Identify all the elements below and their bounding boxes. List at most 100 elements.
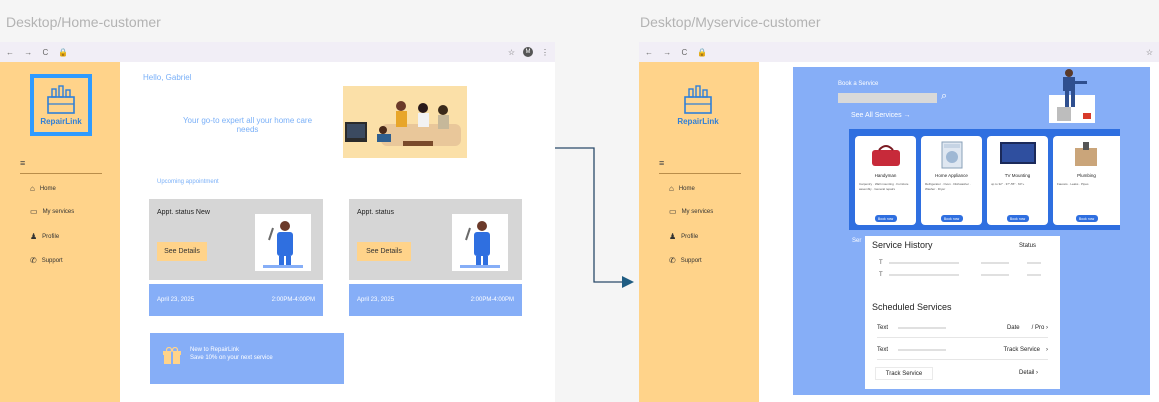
- services-panel: Book a Service ⌕ See All Services → Hand…: [793, 67, 1150, 395]
- sidebar-item-my-services[interactable]: ▭ My services: [669, 207, 713, 216]
- appointment-card[interactable]: Appt. status See Details: [349, 199, 522, 280]
- menu-icon[interactable]: ≡: [659, 158, 664, 168]
- sidebar-item-label: Home: [678, 185, 695, 192]
- sidebar-item-label: My services: [681, 208, 714, 215]
- service-options: Refrigerator · Oven · Dishwasher · Washe…: [925, 182, 971, 191]
- service-name: Plumbing: [1077, 173, 1096, 178]
- menu-icon[interactable]: ≡: [20, 158, 25, 168]
- browser-bar: ← → C 🔒 ☆ M ⋮: [0, 42, 555, 62]
- history-row-placeholder: [981, 262, 1009, 264]
- service-name: Handyman: [874, 173, 897, 178]
- scheduled-row-date: Date: [1006, 325, 1020, 331]
- appointment-date: April 23, 2025: [357, 297, 395, 303]
- sidebar: RepairLink ≡ ⌂ Home ▭ My services ♟ Prof…: [639, 62, 759, 402]
- megaphone-icon: ✆: [30, 256, 37, 265]
- detail-link[interactable]: Detail ›: [1019, 370, 1038, 376]
- service-card-home-appliance[interactable]: Home Appliance Refrigerator · Oven · Dis…: [921, 136, 982, 225]
- status-header: Status: [1019, 243, 1037, 249]
- book-now-button[interactable]: Book now: [1006, 215, 1029, 222]
- lock-icon: 🔒: [697, 47, 708, 57]
- services-strip: Handyman Carpentry · Wall mounting · Fur…: [849, 129, 1120, 230]
- promo-title: New to RepairLink: [190, 347, 240, 353]
- scheduled-row[interactable]: Text Track Service ›: [877, 346, 1048, 354]
- toolbag-icon: [872, 145, 900, 166]
- service-card-handyman[interactable]: Handyman Carpentry · Wall mounting · Fur…: [855, 136, 916, 225]
- track-service-button[interactable]: Track Service: [875, 367, 933, 380]
- sidebar-item-home[interactable]: ⌂ Home: [669, 184, 695, 193]
- scheduled-row[interactable]: Text Date / Pro ›: [877, 324, 1048, 332]
- tagline: Your go-to expert all your home care nee…: [182, 116, 313, 134]
- hero-illustration: [343, 86, 467, 158]
- myservice-frame: ← → C 🔒 ☆ RepairLink ≡ ⌂ Home ▭ My servi…: [639, 42, 1159, 402]
- book-now-button[interactable]: Book now: [1075, 215, 1098, 222]
- home-icon: ⌂: [669, 184, 674, 193]
- technician-icon: [460, 221, 500, 268]
- sidebar-item-label: Support: [680, 257, 702, 264]
- logo-text: RepairLink: [677, 116, 719, 126]
- logo[interactable]: RepairLink: [667, 74, 729, 136]
- logo-toolbox-icon: [684, 84, 712, 114]
- tv-icon: [1000, 142, 1036, 164]
- book-now-button[interactable]: Book now: [874, 215, 897, 222]
- promo-body: Save 10% on your next service: [190, 355, 273, 361]
- sidebar-item-support[interactable]: ✆ Support: [669, 256, 702, 265]
- history-row-placeholder: [1027, 262, 1041, 264]
- service-search-input[interactable]: [838, 93, 937, 103]
- row-placeholder: [898, 327, 947, 329]
- chevron-right-icon[interactable]: ›: [1046, 347, 1048, 353]
- frame-title-myservice: Desktop/Myservice-customer: [640, 14, 821, 30]
- service-card-plumbing[interactable]: Plumbing Faucets · Leaks · Pipes Book no…: [1053, 136, 1120, 225]
- appointment-time: 2:00PM-4:00PM: [271, 297, 315, 303]
- appointment-date-bar: April 23, 2025 2:00PM-4:00PM: [349, 284, 522, 316]
- megaphone-icon: ✆: [669, 256, 676, 265]
- service-history-title: Service History: [872, 240, 933, 250]
- see-all-services-link[interactable]: See All Services →: [851, 112, 911, 119]
- book-service-label: Book a Service: [838, 81, 879, 87]
- browser-avatar[interactable]: M: [523, 47, 533, 57]
- logo[interactable]: RepairLink: [30, 74, 92, 136]
- service-options: Faucets · Leaks · Pipes: [1057, 182, 1089, 186]
- greeting: Hello, Gabriel: [143, 73, 192, 82]
- logo-toolbox-icon: [47, 84, 75, 114]
- home-icon: ⌂: [30, 184, 35, 193]
- sidebar-item-support[interactable]: ✆ Support: [30, 256, 63, 265]
- search-icon[interactable]: ⌕: [941, 90, 947, 103]
- sidebar: RepairLink ≡ ⌂ Home ▭ My services ♟ Prof…: [0, 62, 120, 402]
- bookmark-star-icon[interactable]: ☆: [508, 48, 515, 57]
- sidebar-item-my-services[interactable]: ▭ My services: [30, 207, 74, 216]
- row-divider: [877, 359, 1048, 360]
- frame-title-home: Desktop/Home-customer: [6, 14, 161, 30]
- scheduled-row-pro[interactable]: / Pro ›: [1032, 325, 1048, 331]
- appointment-status: Appt. status: [357, 209, 394, 216]
- sidebar-item-label: My services: [42, 208, 75, 215]
- sidebar-item-label: Home: [39, 185, 56, 192]
- folder-icon: ▭: [669, 207, 677, 216]
- sidebar-item-label: Profile: [681, 233, 699, 240]
- see-details-button[interactable]: See Details: [157, 242, 207, 261]
- appointment-time: 2:00PM-4:00PM: [470, 297, 514, 303]
- partial-section-label: Ser: [852, 238, 862, 244]
- bookmark-star-icon[interactable]: ☆: [1146, 48, 1153, 57]
- book-now-button[interactable]: Book now: [940, 215, 963, 222]
- sidebar-item-profile[interactable]: ♟ Profile: [30, 232, 59, 241]
- sidebar-item-home[interactable]: ⌂ Home: [30, 184, 56, 193]
- user-icon: ♟: [669, 232, 677, 241]
- service-options: Carpentry · Wall mounting · Furniture as…: [859, 182, 909, 191]
- technician-image: [452, 214, 508, 271]
- promo-banner[interactable]: New to RepairLink Save 10% on your next …: [150, 333, 344, 384]
- history-row-placeholder: [981, 274, 1009, 276]
- service-options: up to 32" · 37"-55" · 60"+: [991, 182, 1025, 186]
- see-details-button[interactable]: See Details: [357, 242, 411, 261]
- sidebar-item-profile[interactable]: ♟ Profile: [669, 232, 698, 241]
- service-name: TV Mounting: [1004, 173, 1031, 178]
- history-row-placeholder: [1027, 274, 1041, 276]
- logo-text: RepairLink: [40, 116, 82, 126]
- browser-nav-icon[interactable]: ← → C: [645, 48, 691, 57]
- browser-nav-icon[interactable]: ← → C: [6, 48, 52, 57]
- upcoming-label: Upcoming appointment: [157, 179, 219, 185]
- track-service-link[interactable]: Track Service: [1004, 347, 1040, 353]
- service-card-tv-mounting[interactable]: TV Mounting up to 32" · 37"-55" · 60"+ B…: [987, 136, 1048, 225]
- appointment-card[interactable]: Appt. status New See Details: [149, 199, 323, 280]
- more-icon[interactable]: ⋮: [541, 48, 549, 57]
- sidebar-item-label: Support: [41, 257, 63, 264]
